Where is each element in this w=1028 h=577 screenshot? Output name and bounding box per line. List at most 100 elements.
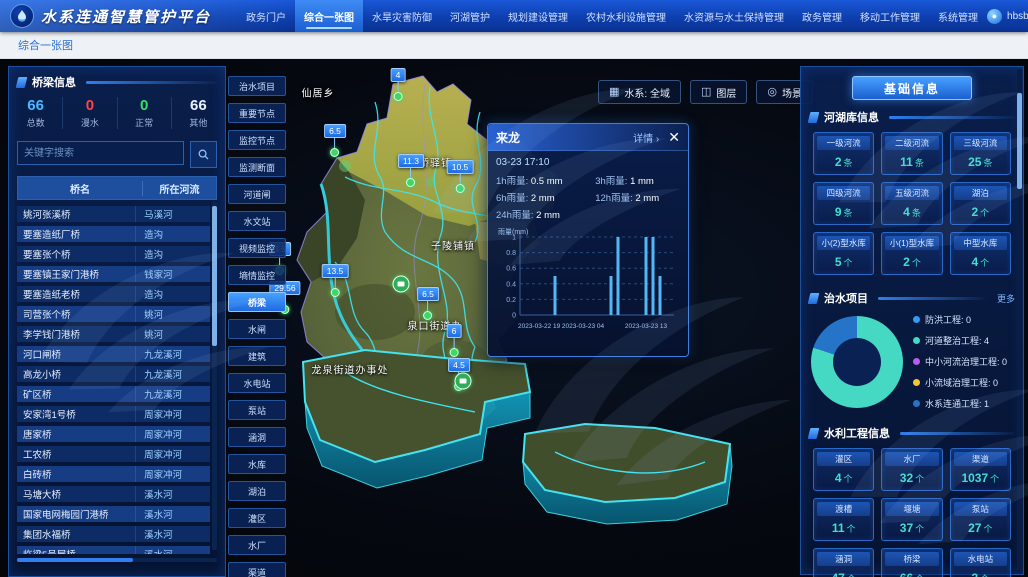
river-card-5[interactable]: 湖泊2个 <box>950 182 1011 225</box>
river-card-2[interactable]: 三级河流25条 <box>950 132 1011 175</box>
camera-pin-icon[interactable] <box>455 373 472 390</box>
river-card-3[interactable]: 四级河流9条 <box>813 182 874 225</box>
table-row[interactable]: 要塞造纸老桥造沟 <box>17 286 210 302</box>
right-panel-scrollbar-thumb[interactable] <box>1017 93 1022 189</box>
table-scrollbar-thumb[interactable] <box>212 206 217 346</box>
table-row[interactable]: 集团水福桥溪水河 <box>17 526 210 542</box>
search-button[interactable] <box>190 141 217 168</box>
basic-info-tab[interactable]: 基础信息 <box>852 76 972 100</box>
table-row[interactable]: 姚河张溪桥马溪河 <box>17 206 210 222</box>
layer-button-7[interactable]: 墒情监控 <box>228 265 286 285</box>
layer-button-3[interactable]: 监测断面 <box>228 157 286 177</box>
card-label: 二级河流 <box>885 136 938 150</box>
nav-item-5[interactable]: 农村水利设施管理 <box>577 0 675 32</box>
popup-detail-link[interactable]: 详情 › <box>633 130 659 145</box>
work-card-2[interactable]: 渠道1037个 <box>950 448 1011 491</box>
marker-value: 6.5 <box>417 287 439 301</box>
table-scrollbar[interactable] <box>212 202 217 550</box>
layer-button-8[interactable]: 桥梁 <box>228 292 286 312</box>
river-card-8[interactable]: 中型水库4个 <box>950 232 1011 275</box>
table-row[interactable]: 临梁5号屋桥溪水河 <box>17 546 210 554</box>
nav-item-8[interactable]: 移动工作管理 <box>851 0 929 32</box>
table-row[interactable]: 唐家桥周家冲河 <box>17 426 210 442</box>
projects-more-link[interactable]: 更多 <box>997 292 1015 305</box>
table-row[interactable]: 国家电网梅园门港桥溪水河 <box>17 506 210 522</box>
layer-button-2[interactable]: 监控节点 <box>228 130 286 150</box>
map-station-marker[interactable]: 13.5 <box>322 264 349 297</box>
work-card-0[interactable]: 灌区4个 <box>813 448 874 491</box>
nav-item-4[interactable]: 规划建设管理 <box>499 0 577 32</box>
table-row[interactable]: 矿区桥九龙溪河 <box>17 386 210 402</box>
layer-button-14[interactable]: 水库 <box>228 454 286 474</box>
layer-button-15[interactable]: 湖泊 <box>228 481 286 501</box>
user-menu[interactable]: ● hbsb42080201 ▼ <box>987 9 1028 24</box>
river-card-4[interactable]: 五级河流4条 <box>881 182 942 225</box>
nav-item-1[interactable]: 综合一张图 <box>295 0 363 32</box>
search-input[interactable] <box>17 141 184 165</box>
layers-button[interactable]: ◫ 图层 <box>690 80 747 104</box>
table-row[interactable]: 司营张个桥姚河 <box>17 306 210 322</box>
layer-button-1[interactable]: 重要节点 <box>228 103 286 123</box>
water-system-selector[interactable]: ▦ 水系: 全域 <box>598 80 681 104</box>
nav-item-7[interactable]: 政务管理 <box>793 0 851 32</box>
work-card-3[interactable]: 渡槽11个 <box>813 498 874 541</box>
map-station-marker[interactable]: 10.5 <box>447 160 474 193</box>
table-row[interactable]: 要塞张个桥造沟 <box>17 246 210 262</box>
table-row[interactable]: 高龙小桥九龙溪河 <box>17 366 210 382</box>
map-station-marker[interactable]: 11.3 <box>398 154 424 187</box>
nav-item-3[interactable]: 河湖管护 <box>441 0 499 32</box>
layer-button-17[interactable]: 水厂 <box>228 535 286 555</box>
legend-item-4: 水系连通工程: 1 <box>913 397 1013 410</box>
layer-button-5[interactable]: 水文站 <box>228 211 286 231</box>
work-card-5[interactable]: 泵站27个 <box>950 498 1011 541</box>
river-card-1[interactable]: 二级河流11条 <box>881 132 942 175</box>
layer-button-9[interactable]: 水闸 <box>228 319 286 339</box>
layer-button-18[interactable]: 渠道 <box>228 562 286 577</box>
layer-button-11[interactable]: 水电站 <box>228 373 286 393</box>
work-card-7[interactable]: 桥梁66个 <box>881 548 942 577</box>
breadcrumb[interactable]: 综合一张图 <box>18 37 73 53</box>
layer-button-10[interactable]: 建筑 <box>228 346 286 366</box>
river-card-0[interactable]: 一级河流2条 <box>813 132 874 175</box>
river-card-7[interactable]: 小(1)型水库2个 <box>881 232 942 275</box>
bridge-stat-1: 0漫水 <box>63 97 117 129</box>
layer-button-12[interactable]: 泵站 <box>228 400 286 420</box>
river-card-6[interactable]: 小(2)型水库5个 <box>813 232 874 275</box>
map-station-marker[interactable]: 4 <box>391 68 406 101</box>
table-row[interactable]: 要塞造纸厂桥造沟 <box>17 226 210 242</box>
work-card-8[interactable]: 水电站3个 <box>950 548 1011 577</box>
table-row[interactable]: 要塞镇王家门港桥钱家河 <box>17 266 210 282</box>
marker-stem <box>334 278 335 288</box>
table-row[interactable]: 马塘大桥溪水河 <box>17 486 210 502</box>
table-row[interactable]: 白砖桥周家冲河 <box>17 466 210 482</box>
close-icon[interactable]: ✕ <box>668 130 680 144</box>
layer-button-0[interactable]: 治水项目 <box>228 76 286 96</box>
table-row[interactable]: 工农桥周家冲河 <box>17 446 210 462</box>
layer-button-6[interactable]: 视频监控 <box>228 238 286 258</box>
layer-button-16[interactable]: 灌区 <box>228 508 286 528</box>
layer-button-13[interactable]: 涵洞 <box>228 427 286 447</box>
table-hscrollbar-thumb[interactable] <box>17 558 133 562</box>
table-row[interactable]: 安家湾1号桥周家冲河 <box>17 406 210 422</box>
work-card-1[interactable]: 水厂32个 <box>881 448 942 491</box>
cell-bridge-name: 矿区桥 <box>17 387 135 401</box>
work-card-6[interactable]: 涵洞47个 <box>813 548 874 577</box>
camera-pin-icon[interactable] <box>393 276 410 293</box>
nav-item-6[interactable]: 水资源与水土保持管理 <box>675 0 793 32</box>
bridge-panel-title: 桥梁信息 <box>32 74 76 90</box>
marker-stem <box>334 138 335 148</box>
map-station-marker[interactable]: 6.5 <box>417 287 439 320</box>
map-station-marker[interactable]: 6 <box>447 324 462 357</box>
works-section-header: 水利工程信息 <box>801 418 1023 446</box>
layer-button-4[interactable]: 河道闸 <box>228 184 286 204</box>
nav-item-2[interactable]: 水旱灾害防御 <box>363 0 441 32</box>
right-panel-scrollbar[interactable] <box>1017 69 1022 572</box>
nav-item-0[interactable]: 政务门户 <box>237 0 295 32</box>
table-hscrollbar[interactable] <box>17 558 217 562</box>
table-row[interactable]: 河口闸桥九龙溪河 <box>17 346 210 362</box>
nav-item-9[interactable]: 系统管理 <box>929 0 987 32</box>
map-station-marker[interactable]: 6.5 <box>324 124 346 157</box>
table-row[interactable]: 李学钱门港桥姚河 <box>17 326 210 342</box>
work-card-4[interactable]: 堰塘37个 <box>881 498 942 541</box>
cell-river-name: 溪水河 <box>135 506 210 522</box>
